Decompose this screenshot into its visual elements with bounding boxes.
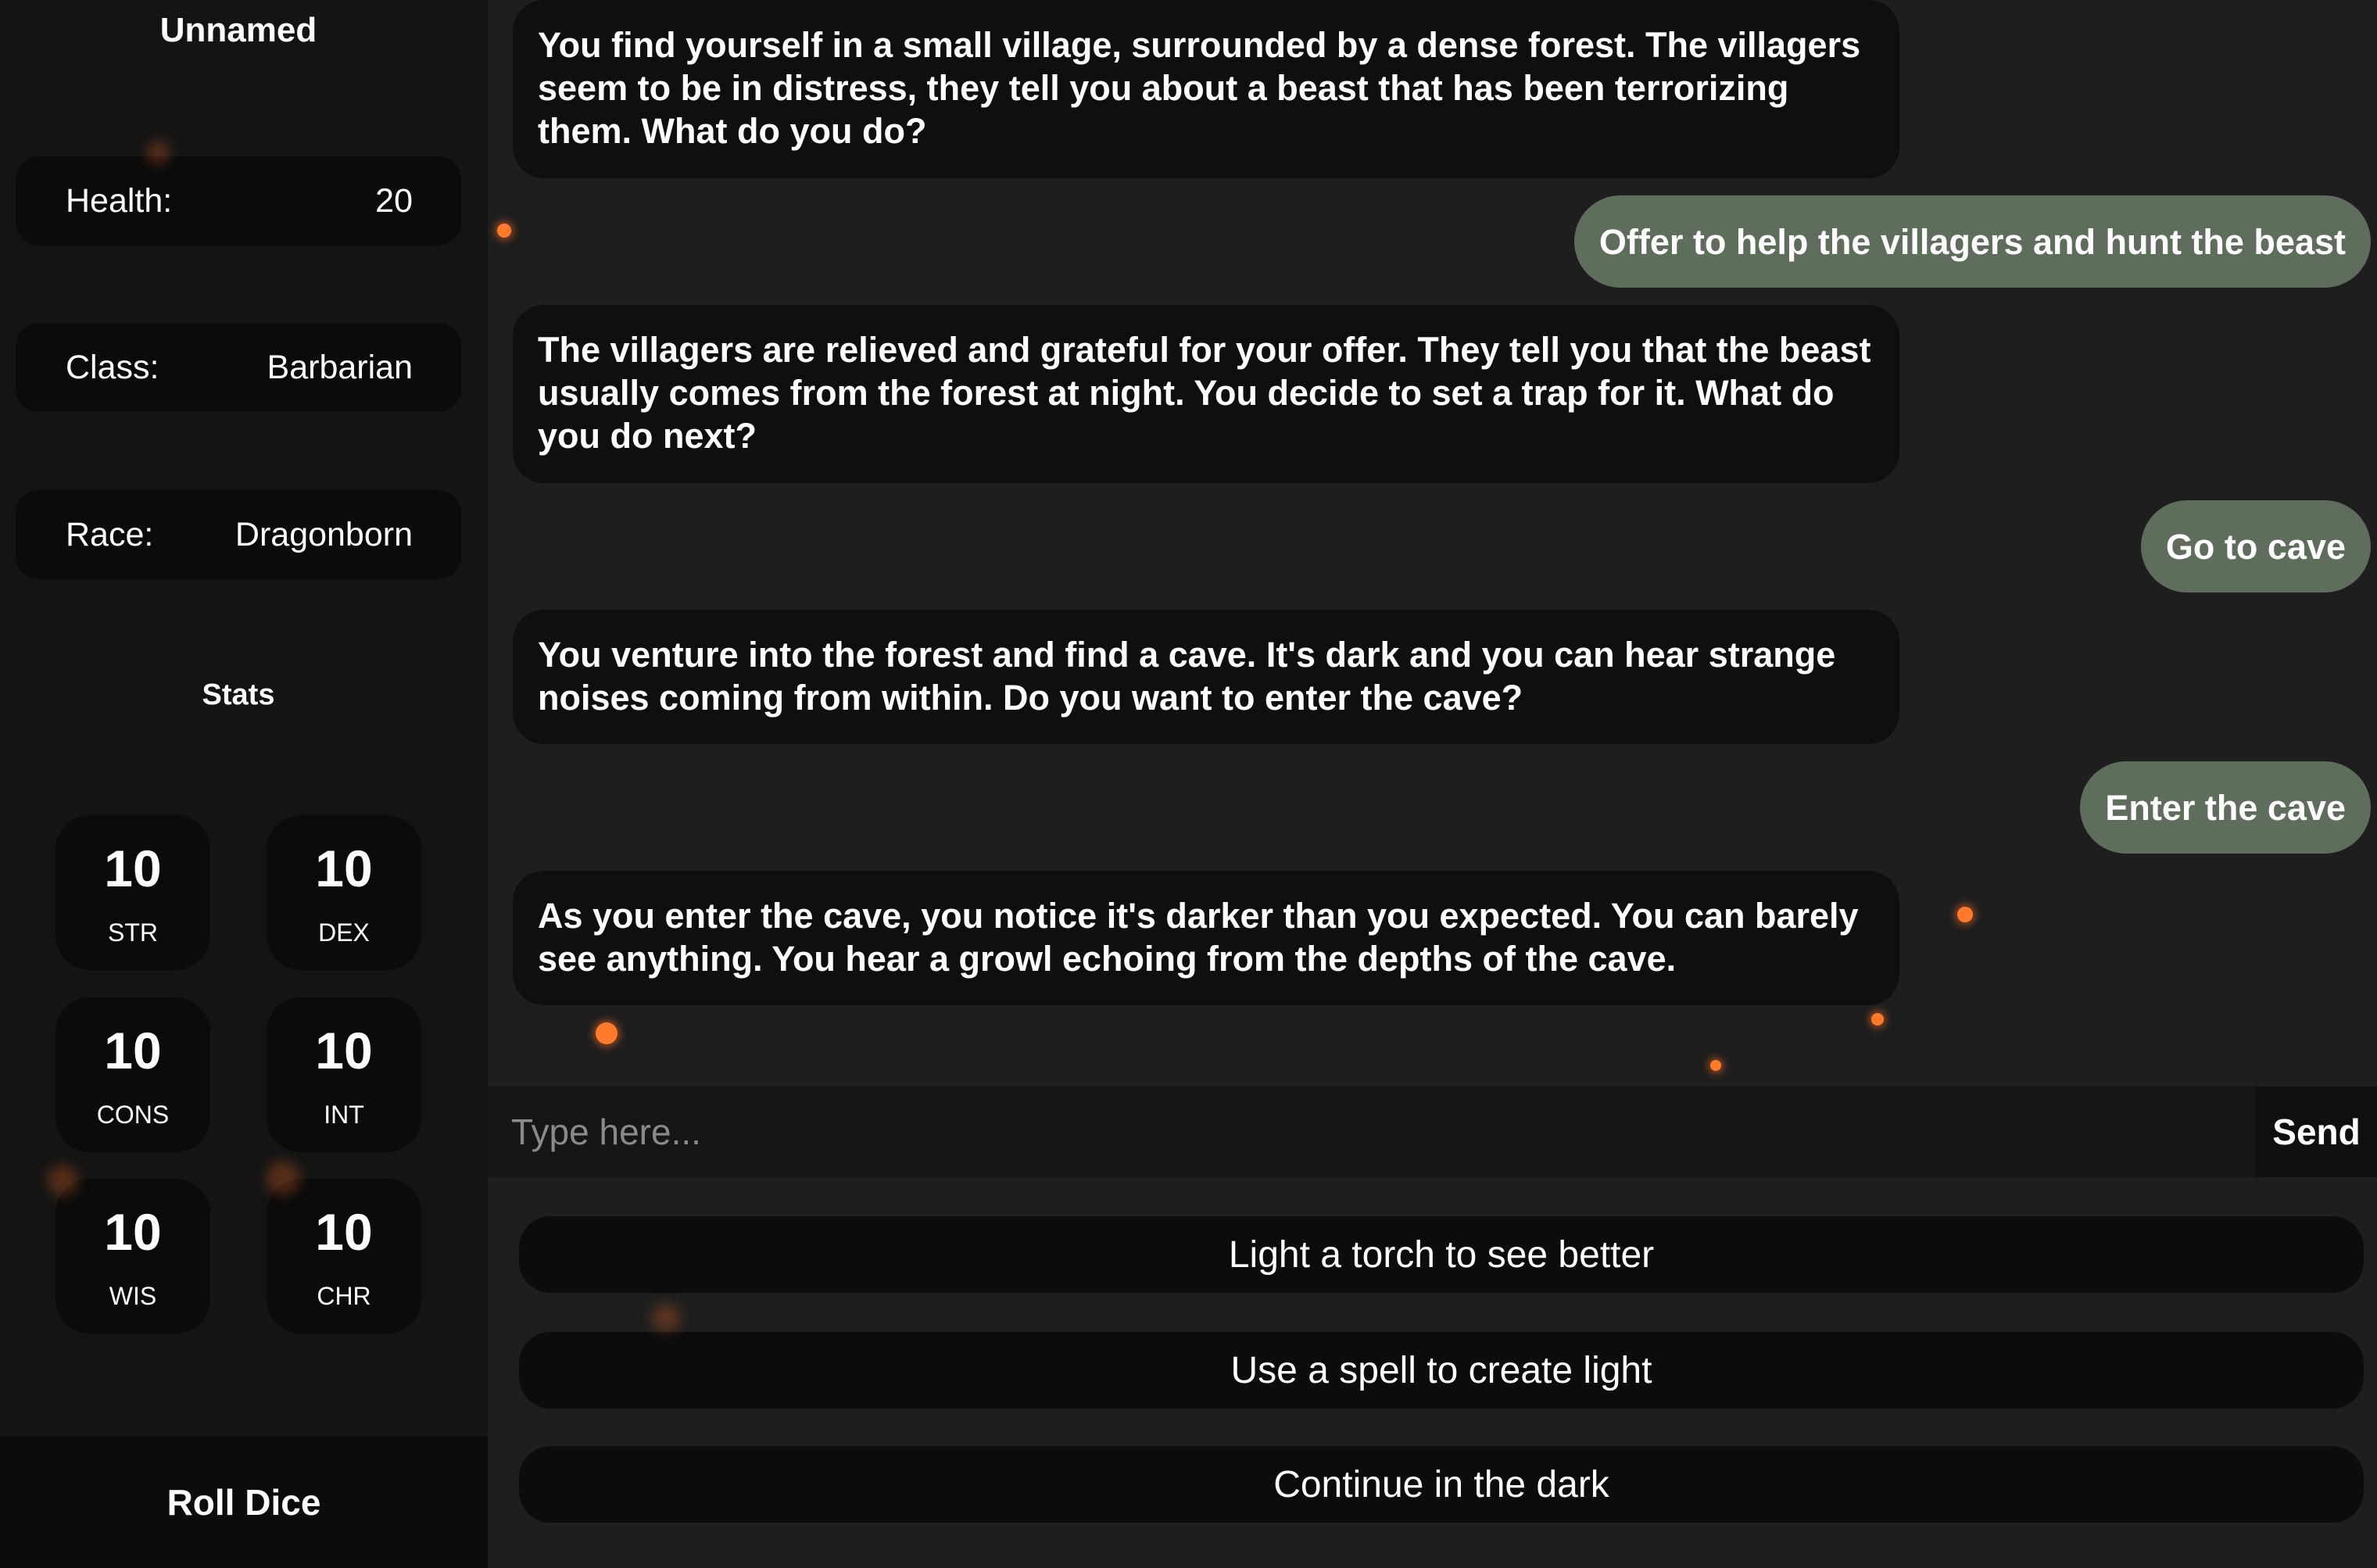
narrator-message: The villagers are relieved and grateful … <box>513 305 1899 483</box>
ember-glow <box>147 141 170 164</box>
stat-cons: 10 CONS <box>55 997 210 1152</box>
health-card: Health: 20 <box>16 156 461 245</box>
character-name: Unnamed <box>159 11 317 49</box>
class-value: Barbarian <box>267 348 413 386</box>
race-card: Race: Dragonborn <box>16 490 461 579</box>
stat-str: 10 STR <box>55 815 210 970</box>
race-value: Dragonborn <box>234 515 413 553</box>
stat-label: DEX <box>318 918 370 947</box>
choice-options: Light a torch to see better Use a spell … <box>488 1177 2377 1568</box>
stat-dex: 10 DEX <box>267 815 421 970</box>
stat-wis: 10 WIS <box>55 1179 210 1334</box>
stat-int: 10 INT <box>267 997 421 1152</box>
health-label: Health: <box>66 181 173 220</box>
stat-label: STR <box>108 918 158 947</box>
stat-value: 10 <box>315 839 373 897</box>
chat-log: You find yourself in a small village, su… <box>488 0 2377 1087</box>
roll-dice-button[interactable]: Roll Dice <box>0 1437 488 1568</box>
ember-particle <box>596 1022 618 1044</box>
ember-particle <box>1957 907 1973 922</box>
game-app: Unnamed Health: 20 Class: Barbarian Race… <box>0 0 2377 1568</box>
stats-title: Stats <box>202 678 275 711</box>
class-card: Class: Barbarian <box>16 323 461 412</box>
narrator-message: You venture into the forest and find a c… <box>513 610 1899 744</box>
option-button[interactable]: Light a torch to see better <box>519 1216 2364 1293</box>
ember-particle <box>1710 1060 1721 1071</box>
narrator-message: As you enter the cave, you notice it's d… <box>513 871 1899 1005</box>
message-input-bar: Send <box>488 1087 2377 1177</box>
player-message: Enter the cave <box>2080 761 2371 854</box>
stat-label: INT <box>324 1101 364 1129</box>
stat-value: 10 <box>315 1022 373 1079</box>
stat-label: CONS <box>96 1101 170 1129</box>
send-button[interactable]: Send <box>2256 1087 2377 1177</box>
ember-particle <box>1871 1013 1884 1026</box>
ember-glow <box>47 1165 78 1196</box>
stat-value: 10 <box>104 839 162 897</box>
ember-glow <box>266 1161 300 1195</box>
stat-value: 10 <box>104 1022 162 1079</box>
stat-label: CHR <box>317 1282 371 1310</box>
stat-chr: 10 CHR <box>267 1179 421 1334</box>
class-label: Class: <box>66 348 159 386</box>
stat-value: 10 <box>104 1203 162 1261</box>
narrator-message: You find yourself in a small village, su… <box>513 0 1899 178</box>
character-sidebar: Unnamed Health: 20 Class: Barbarian Race… <box>0 0 488 1568</box>
message-input[interactable] <box>488 1087 2256 1177</box>
option-button[interactable]: Use a spell to create light <box>519 1332 2364 1409</box>
player-message: Offer to help the villagers and hunt the… <box>1573 195 2371 288</box>
stat-label: WIS <box>109 1282 157 1310</box>
ember-glow <box>652 1304 680 1332</box>
stat-value: 10 <box>315 1203 373 1261</box>
health-value: 20 <box>375 181 413 220</box>
ember-particle <box>497 224 511 238</box>
player-message: Go to cave <box>2140 500 2371 592</box>
option-button[interactable]: Continue in the dark <box>519 1446 2364 1523</box>
race-label: Race: <box>66 515 154 553</box>
